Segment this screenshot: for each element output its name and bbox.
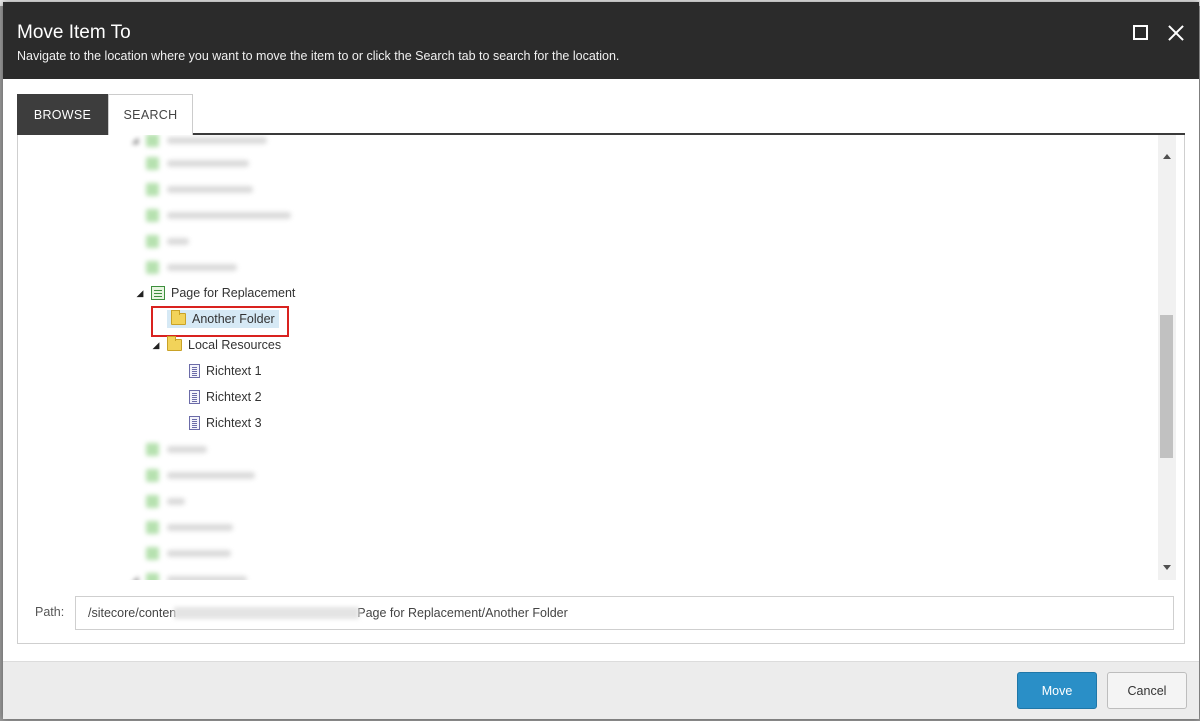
page-icon bbox=[146, 260, 159, 274]
dialog-subtitle: Navigate to the location where you want … bbox=[17, 49, 620, 63]
blurred-label bbox=[167, 523, 233, 531]
page-icon bbox=[146, 208, 159, 222]
blurred-label bbox=[167, 497, 185, 505]
tree-item-richtext-3[interactable]: Richtext 3 bbox=[189, 412, 262, 434]
tab-browse[interactable]: BROWSE bbox=[17, 94, 108, 135]
document-icon bbox=[189, 364, 200, 378]
blurred-label bbox=[167, 136, 267, 144]
blurred-label bbox=[167, 575, 247, 580]
expand-toggle-icon[interactable]: ◢ bbox=[130, 574, 140, 581]
blurred-label bbox=[167, 471, 255, 479]
maximize-icon[interactable] bbox=[1130, 22, 1152, 44]
tree-item-label: Local Resources bbox=[188, 338, 282, 352]
blurred-label bbox=[167, 211, 291, 219]
tree-item-blurred[interactable] bbox=[130, 178, 253, 200]
path-label: Path: bbox=[35, 605, 65, 619]
blurred-label bbox=[167, 445, 207, 453]
page-icon bbox=[146, 546, 159, 560]
tree-item-blurred[interactable]: ◢ bbox=[130, 568, 247, 580]
blurred-label bbox=[167, 185, 253, 193]
tree-item-blurred[interactable] bbox=[130, 438, 207, 460]
tree-item-label: Richtext 1 bbox=[206, 364, 262, 378]
blurred-label bbox=[167, 237, 189, 245]
tab-bar: BROWSE SEARCH bbox=[17, 94, 1185, 135]
page-icon bbox=[146, 468, 159, 482]
collapse-toggle-icon[interactable]: ◢ bbox=[151, 340, 161, 351]
path-prefix: /sitecore/conten bbox=[88, 606, 177, 620]
page-icon bbox=[151, 286, 165, 300]
tree-item-richtext-2[interactable]: Richtext 2 bbox=[189, 386, 262, 408]
tree-item-blurred[interactable] bbox=[130, 204, 291, 226]
folder-icon bbox=[167, 336, 182, 351]
collapse-toggle-icon[interactable]: ◢ bbox=[130, 135, 140, 146]
path-field[interactable]: /sitecore/conten Page for Replacement/An… bbox=[75, 596, 1174, 630]
document-icon bbox=[189, 416, 200, 430]
dialog-footer: Move Cancel bbox=[3, 661, 1199, 719]
page-icon bbox=[146, 494, 159, 508]
close-icon[interactable] bbox=[1165, 22, 1187, 44]
tree-item-label: Page for Replacement bbox=[171, 286, 296, 300]
tree-item-richtext-1[interactable]: Richtext 1 bbox=[189, 360, 262, 382]
dialog-content: BROWSE SEARCH ◢ ◢ Page for Replacement A… bbox=[17, 94, 1185, 644]
content-tree[interactable]: ◢ ◢ Page for Replacement Another Folder … bbox=[18, 135, 1158, 580]
path-redacted bbox=[174, 607, 360, 619]
tree-item-blurred[interactable] bbox=[130, 152, 249, 174]
dialog-header: Move Item To Navigate to the location wh… bbox=[3, 2, 1199, 79]
tree-item-blurred[interactable] bbox=[130, 490, 185, 512]
tree-item-blurred[interactable] bbox=[130, 230, 189, 252]
tree-item-label: Richtext 3 bbox=[206, 416, 262, 430]
page-icon bbox=[146, 182, 159, 196]
move-item-dialog: Move Item To Navigate to the location wh… bbox=[3, 2, 1199, 719]
path-row: Path: /sitecore/conten Page for Replacem… bbox=[18, 594, 1184, 630]
tree-scrollbar[interactable] bbox=[1158, 135, 1176, 580]
move-button[interactable]: Move bbox=[1017, 672, 1097, 709]
collapse-toggle-icon[interactable]: ◢ bbox=[135, 288, 145, 299]
tree-item-blurred[interactable] bbox=[130, 256, 237, 278]
page-icon bbox=[146, 520, 159, 534]
tree-item-blurred[interactable]: ◢ bbox=[130, 135, 267, 151]
blurred-label bbox=[167, 159, 249, 167]
tree-item-page-for-replacement[interactable]: ◢ Page for Replacement bbox=[135, 282, 295, 304]
scroll-up-arrow-icon[interactable] bbox=[1163, 154, 1171, 159]
dialog-title: Move Item To bbox=[17, 22, 131, 43]
blurred-label bbox=[167, 263, 237, 271]
page-icon bbox=[146, 156, 159, 170]
page-icon bbox=[146, 572, 159, 580]
cancel-button[interactable]: Cancel bbox=[1107, 672, 1187, 709]
scroll-down-arrow-icon[interactable] bbox=[1163, 565, 1171, 570]
page-icon bbox=[146, 442, 159, 456]
blurred-label bbox=[167, 549, 231, 557]
tree-item-label: Richtext 2 bbox=[206, 390, 262, 404]
scrollbar-thumb[interactable] bbox=[1160, 315, 1173, 458]
page-icon bbox=[146, 135, 159, 147]
highlight-annotation bbox=[151, 306, 289, 337]
browse-panel: ◢ ◢ Page for Replacement Another Folder … bbox=[17, 135, 1185, 644]
tree-item-blurred[interactable] bbox=[130, 516, 233, 538]
tree-item-local-resources[interactable]: ◢ Local Resources bbox=[151, 334, 281, 356]
page-icon bbox=[146, 234, 159, 248]
path-suffix: Page for Replacement/Another Folder bbox=[357, 606, 568, 620]
tree-item-blurred[interactable] bbox=[130, 542, 231, 564]
tree-item-blurred[interactable] bbox=[130, 464, 255, 486]
document-icon bbox=[189, 390, 200, 404]
tab-search[interactable]: SEARCH bbox=[108, 94, 193, 135]
